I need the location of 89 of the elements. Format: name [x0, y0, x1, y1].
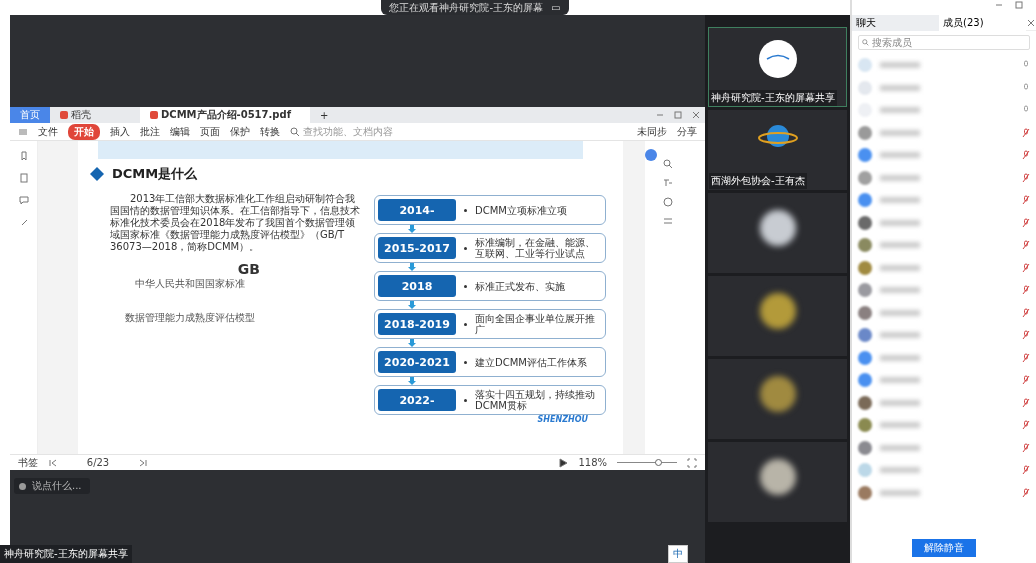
ribbon-tab[interactable]: 页面 [200, 124, 220, 139]
video-tile[interactable] [708, 193, 847, 273]
logo-icon [758, 40, 797, 78]
slide-paragraph: 2013年工信部大数据标准化工作组启动研制符合我国国情的数据管理知识体系。在工信部指导下，信息技术标准化技术委员会在2018年发布了我国首个数据管理领域国家标准《数据管理能力成熟度评估模型》（GB/T 36073—2018，简称DCMM）。 [110, 193, 360, 253]
ime-toolbar[interactable]: 中 [668, 545, 688, 563]
search-icon[interactable] [290, 126, 300, 137]
ribbon-tab[interactable]: 开始 [68, 123, 100, 140]
mic-off-icon[interactable] [1022, 195, 1030, 206]
timeline-step: 2015-2017 标准编制，在金融、能源、互联网、工业等行业试点 [374, 233, 606, 263]
zoom-icon[interactable] [663, 159, 673, 169]
bookmarks-button[interactable]: 书签 [18, 455, 38, 470]
bookmark-icon[interactable] [18, 151, 29, 161]
mic-off-icon[interactable] [1022, 375, 1030, 386]
member-search-field[interactable]: 搜索成员 [858, 35, 1030, 50]
mic-off-icon[interactable] [1022, 240, 1030, 251]
ribbon-tab[interactable]: 保护 [230, 124, 250, 139]
mic-off-icon[interactable] [1022, 217, 1030, 228]
timeline-step: 2022- 落实十四五规划，持续推动DCMM贯标 [374, 385, 606, 415]
ribbon-tab[interactable]: 转换 [260, 124, 280, 139]
mic-off-icon[interactable] [1022, 172, 1030, 183]
mic-off-icon[interactable] [1022, 397, 1030, 408]
page-number-field[interactable]: 6/23 [68, 457, 128, 468]
mic-off-icon[interactable] [1022, 330, 1030, 341]
bullet-icon [464, 398, 467, 402]
fullscreen-icon[interactable] [687, 457, 697, 468]
zoom-level[interactable]: 118% [578, 457, 607, 468]
mic-off-icon[interactable] [1022, 262, 1030, 273]
video-tile[interactable]: 西湖外包协会-王有杰 [708, 110, 847, 190]
sidebar-tab[interactable]: 聊天 [852, 14, 939, 31]
mic-off-icon[interactable] [1022, 352, 1030, 363]
bullet-icon [464, 208, 467, 212]
last-page-icon[interactable] [138, 457, 148, 468]
chat-input[interactable]: 说点什么... [14, 478, 90, 494]
mic-off-icon[interactable] [1022, 127, 1030, 138]
assistant-button[interactable] [645, 149, 657, 161]
sidebar-tab[interactable]: 成员(23) [939, 14, 1026, 31]
bullet-icon [464, 246, 467, 250]
mic-off-icon[interactable] [1022, 442, 1030, 453]
mic-off-icon[interactable] [1022, 285, 1030, 296]
mic-off-icon[interactable] [1022, 150, 1030, 161]
video-tile[interactable]: 神舟研究院-王东的屏幕共享 [708, 27, 847, 107]
share-button[interactable]: 分享 [677, 124, 697, 139]
app-tab[interactable]: DCMM产品介绍-0517.pdf [140, 107, 310, 123]
search-icon[interactable] [862, 39, 869, 46]
close-icon[interactable] [691, 110, 701, 120]
bullet-icon [464, 322, 467, 326]
sharing-banner: 您正在观看神舟研究院-王东的屏幕 ▭ [381, 0, 569, 15]
standard-document: GB 中华人民共和国国家标准 数据管理能力成熟度评估模型 [124, 261, 260, 325]
timeline-step: 2020-2021 建立DCMM评估工作体系 [374, 347, 606, 377]
diamond-icon [90, 167, 104, 181]
mic-off-icon[interactable] [1022, 307, 1030, 318]
restore-icon[interactable] [1014, 0, 1024, 10]
mic-off-icon[interactable] [1022, 487, 1030, 498]
restore-icon[interactable] [673, 110, 683, 120]
video-tile[interactable] [708, 359, 847, 439]
play-icon[interactable] [558, 457, 569, 468]
video-tile[interactable] [708, 442, 847, 522]
sync-button[interactable]: 未同步 [637, 124, 667, 139]
mic-off-icon[interactable] [1022, 465, 1030, 476]
slide-heading: DCMM是什么 [112, 165, 198, 183]
app-tab[interactable]: 首页 [10, 107, 50, 123]
ribbon-tab[interactable]: 批注 [140, 124, 160, 139]
video-tile[interactable] [708, 276, 847, 356]
menu-icon[interactable] [18, 126, 28, 137]
arrow-icon [408, 339, 416, 347]
mic-off-icon[interactable] [1022, 420, 1030, 431]
timeline-step: 2018 标准正式发布、实施 [374, 271, 606, 301]
bullet-icon [464, 360, 467, 364]
arrow-icon [408, 225, 416, 233]
close-icon[interactable] [1026, 17, 1036, 28]
arrow-icon [408, 263, 416, 271]
unmute-button[interactable]: 解除静音 [912, 539, 976, 557]
zoom-thumb[interactable] [655, 459, 662, 466]
ribbon-tab[interactable]: 编辑 [170, 124, 190, 139]
bullet-icon [464, 284, 467, 288]
company-logo: SHENZHOU [537, 415, 588, 424]
arrow-icon [408, 301, 416, 309]
comment-icon[interactable] [18, 195, 29, 205]
timeline-step: 2018-2019 面向全国企事业单位展开推广 [374, 309, 606, 339]
page-icon[interactable] [18, 173, 29, 183]
ribbon-tab[interactable]: 文件 [38, 124, 58, 139]
globe-icon [757, 123, 798, 149]
share-label: 神舟研究院-王东的屏幕共享 [0, 545, 132, 563]
translate-icon[interactable] [663, 178, 673, 188]
arrow-icon [408, 377, 416, 385]
timeline-step: 2014- DCMM立项标准立项 [374, 195, 606, 225]
mic-icon[interactable] [1022, 82, 1030, 93]
first-page-icon[interactable] [48, 457, 58, 468]
ribbon-tab[interactable]: 插入 [110, 124, 130, 139]
